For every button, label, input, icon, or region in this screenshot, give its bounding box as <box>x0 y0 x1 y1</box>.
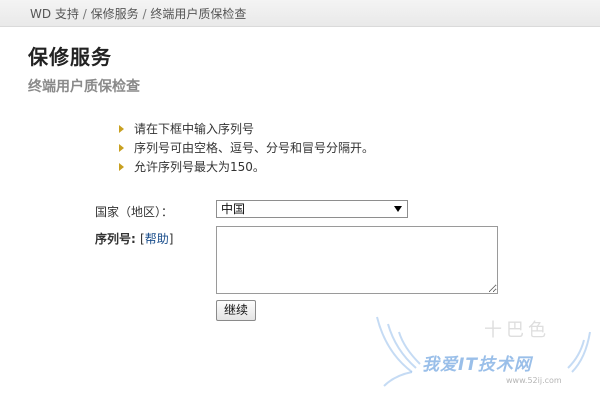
serial-number-label-text: 序列号: <box>95 232 136 246</box>
instruction-item: 请在下框中输入序列号 <box>116 121 374 140</box>
watermark-url: www.52ij.com <box>506 376 562 385</box>
watermark-glyphs: 十巴色 <box>484 320 550 341</box>
bullet-arrow-icon <box>119 144 124 152</box>
help-bracket-close: ] <box>168 232 174 246</box>
instruction-text: 允许序列号最大为150。 <box>134 160 265 174</box>
instruction-item: 允许序列号最大为150。 <box>116 159 374 178</box>
help-link[interactable]: 帮助 <box>145 232 169 246</box>
breadcrumb-bar: WD 支持 / 保修服务 / 终端用户质保检查 <box>0 0 600 27</box>
instructions-list: 请在下框中输入序列号 序列号可由空格、逗号、分号和冒号分隔开。 允许序列号最大为… <box>116 121 374 178</box>
breadcrumb-separator: / <box>142 7 147 21</box>
country-label: 国家（地区）： <box>95 205 174 219</box>
chevron-down-icon <box>394 206 402 212</box>
breadcrumb-item-current: 终端用户质保检查 <box>150 7 247 21</box>
serial-number-label: 序列号: [帮助] <box>95 230 173 247</box>
country-select-value: 中国 <box>221 202 246 216</box>
breadcrumb-separator: / <box>82 7 87 21</box>
page: WD 支持 / 保修服务 / 终端用户质保检查 保修服务 终端用户质保检查 请在… <box>0 0 600 400</box>
instruction-text: 序列号可由空格、逗号、分号和冒号分隔开。 <box>134 141 375 155</box>
serial-number-textarea[interactable] <box>216 226 498 294</box>
watermark: 十巴色 我爱IT技术网 www.52ij.com <box>372 302 592 394</box>
instruction-item: 序列号可由空格、逗号、分号和冒号分隔开。 <box>116 140 374 159</box>
breadcrumb-item-warranty[interactable]: 保修服务 <box>91 7 139 21</box>
page-title: 保修服务 <box>28 45 112 69</box>
watermark-text: 我爱IT技术网 <box>422 355 532 375</box>
breadcrumb-item-wd-support[interactable]: WD 支持 <box>30 7 79 21</box>
bullet-arrow-icon <box>119 163 124 171</box>
watermark-wings-icon <box>376 316 591 387</box>
country-select[interactable]: 中国 <box>216 200 408 218</box>
page-subtitle: 终端用户质保检查 <box>28 79 140 95</box>
continue-button[interactable]: 继续 <box>216 300 257 321</box>
bullet-arrow-icon <box>119 125 124 133</box>
instruction-text: 请在下框中输入序列号 <box>134 122 255 136</box>
breadcrumb: WD 支持 / 保修服务 / 终端用户质保检查 <box>30 5 246 22</box>
